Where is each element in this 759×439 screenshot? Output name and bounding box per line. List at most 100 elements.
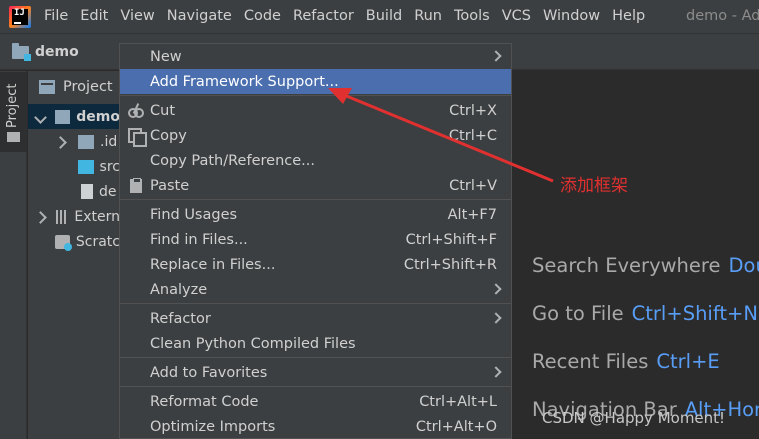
ctx-shortcut: Ctrl+X bbox=[449, 102, 497, 119]
ctx-label: New bbox=[150, 48, 182, 65]
tree-row-file[interactable]: de bbox=[28, 179, 120, 204]
menu-vcs[interactable]: VCS bbox=[496, 0, 537, 33]
module-folder-icon bbox=[55, 109, 71, 124]
submenu-arrow-icon bbox=[490, 312, 502, 324]
hint-shortcut: Ctrl+Shift+N bbox=[631, 302, 758, 325]
ctx-label: Paste bbox=[150, 177, 190, 194]
folder-icon bbox=[78, 134, 94, 149]
project-panel-header[interactable]: Project bbox=[28, 71, 120, 102]
menu-refactor[interactable]: Refactor bbox=[287, 0, 360, 33]
tree-row-demo[interactable]: demo bbox=[28, 104, 120, 129]
watermark: CSDN @Happy Moment! bbox=[542, 409, 726, 427]
hint-recent-files: Recent Files Ctrl+E bbox=[532, 350, 720, 373]
ctx-item-optimize-imports[interactable]: Optimize Imports Ctrl+Alt+O bbox=[120, 414, 511, 438]
scratch-icon bbox=[55, 234, 72, 251]
source-folder-icon bbox=[77, 159, 94, 174]
ctx-item-cut[interactable]: Cut Ctrl+X bbox=[120, 98, 511, 123]
logo-text: IJ bbox=[14, 7, 25, 18]
cut-icon bbox=[128, 103, 144, 118]
project-panel: Project demo .id src de Extern Scratc bbox=[28, 71, 120, 439]
menu-separator bbox=[120, 95, 511, 96]
folder-icon bbox=[7, 132, 20, 142]
ctx-item-clean-python-compiled-files[interactable]: Clean Python Compiled Files bbox=[120, 331, 511, 356]
ctx-label: Clean Python Compiled Files bbox=[150, 335, 356, 352]
ctx-shortcut: Ctrl+Shift+F bbox=[405, 231, 497, 248]
tree-label: de bbox=[99, 183, 117, 200]
ctx-item-new[interactable]: New bbox=[120, 44, 511, 69]
ctx-item-add-framework-support[interactable]: Add Framework Support... bbox=[120, 69, 511, 94]
hint-search-everywhere: Search Everywhere Dou bbox=[532, 254, 759, 277]
chevron-right-icon[interactable] bbox=[36, 212, 44, 222]
tree-row-scratches[interactable]: Scratc bbox=[28, 229, 120, 254]
menu-separator bbox=[120, 303, 511, 304]
ctx-shortcut: Ctrl+Shift+R bbox=[403, 256, 497, 273]
submenu-arrow-icon bbox=[490, 366, 502, 378]
tree-label: src bbox=[99, 158, 120, 175]
project-panel-title: Project bbox=[63, 78, 113, 95]
copy-icon bbox=[128, 128, 147, 147]
menu-help[interactable]: Help bbox=[606, 0, 651, 33]
menu-file[interactable]: File bbox=[38, 0, 74, 33]
ctx-shortcut: Ctrl+Alt+O bbox=[415, 418, 497, 435]
project-context-menu: New Add Framework Support... Cut Ctrl+X … bbox=[119, 43, 512, 439]
tree-label: Scratc bbox=[75, 233, 120, 250]
module-folder-icon bbox=[12, 42, 31, 61]
ctx-label: Replace in Files... bbox=[150, 256, 276, 273]
chevron-down-icon[interactable] bbox=[36, 112, 45, 122]
tree-row-external-libraries[interactable]: Extern bbox=[28, 204, 120, 229]
ctx-label: Optimize Imports bbox=[150, 418, 276, 435]
library-icon bbox=[55, 209, 69, 224]
ctx-item-analyze[interactable]: Analyze bbox=[120, 277, 511, 302]
ctx-label: Find in Files... bbox=[150, 231, 248, 248]
menu-edit[interactable]: Edit bbox=[74, 0, 114, 33]
ctx-label: Find Usages bbox=[150, 206, 238, 223]
hint-label: Recent Files bbox=[532, 350, 649, 373]
hint-label: Go to File bbox=[532, 302, 624, 325]
submenu-arrow-icon bbox=[490, 50, 502, 62]
ctx-label: Cut bbox=[150, 102, 175, 119]
hint-label: Search Everywhere bbox=[532, 254, 721, 277]
ctx-item-copy-path[interactable]: Copy Path/Reference... bbox=[120, 148, 511, 173]
ctx-item-refactor[interactable]: Refactor bbox=[120, 306, 511, 331]
project-tool-tab-label: Project bbox=[5, 83, 20, 128]
chevron-right-icon[interactable] bbox=[56, 137, 66, 147]
menu-window[interactable]: Window bbox=[537, 0, 606, 33]
annotation-label: 添加框架 bbox=[560, 176, 628, 196]
ctx-item-add-to-favorites[interactable]: Add to Favorites bbox=[120, 360, 511, 385]
ctx-item-find-usages[interactable]: Find Usages Alt+F7 bbox=[120, 202, 511, 227]
window-title: demo - Ad bbox=[686, 8, 759, 24]
paste-icon bbox=[128, 178, 144, 193]
menu-view[interactable]: View bbox=[114, 0, 160, 33]
breadcrumb-project: demo bbox=[35, 44, 79, 60]
ctx-label: Analyze bbox=[150, 281, 208, 298]
menu-code[interactable]: Code bbox=[238, 0, 287, 33]
hint-shortcut: Dou bbox=[728, 254, 759, 277]
file-icon bbox=[81, 184, 93, 199]
ctx-label: Reformat Code bbox=[150, 393, 259, 410]
ctx-shortcut: Ctrl+Alt+L bbox=[419, 393, 497, 410]
ctx-shortcut: Ctrl+C bbox=[448, 127, 497, 144]
tree-row-src[interactable]: src bbox=[28, 154, 120, 179]
ctx-item-paste[interactable]: Paste Ctrl+V bbox=[120, 173, 511, 198]
menu-navigate[interactable]: Navigate bbox=[161, 0, 238, 33]
ctx-label: Copy bbox=[150, 127, 187, 144]
ctx-item-replace-in-files[interactable]: Replace in Files... Ctrl+Shift+R bbox=[120, 252, 511, 277]
menu-build[interactable]: Build bbox=[360, 0, 408, 33]
project-view-icon bbox=[39, 79, 55, 94]
ctx-item-copy[interactable]: Copy Ctrl+C bbox=[120, 123, 511, 148]
ctx-item-find-in-files[interactable]: Find in Files... Ctrl+Shift+F bbox=[120, 227, 511, 252]
ctx-label: Refactor bbox=[150, 310, 211, 327]
menu-separator bbox=[120, 386, 511, 387]
tree-label: demo bbox=[76, 108, 120, 125]
ctx-label: Copy Path/Reference... bbox=[150, 152, 315, 169]
ctx-item-reformat-code[interactable]: Reformat Code Ctrl+Alt+L bbox=[120, 389, 511, 414]
hint-go-to-file: Go to File Ctrl+Shift+N bbox=[532, 302, 758, 325]
menu-separator bbox=[120, 199, 511, 200]
menu-tools[interactable]: Tools bbox=[448, 0, 496, 33]
menu-separator bbox=[120, 357, 511, 358]
tree-label: Extern bbox=[74, 208, 120, 225]
tree-row-idea[interactable]: .id bbox=[28, 129, 120, 154]
breadcrumb[interactable]: demo bbox=[12, 34, 79, 70]
menu-run[interactable]: Run bbox=[408, 0, 448, 33]
hint-shortcut: Ctrl+E bbox=[656, 350, 720, 373]
